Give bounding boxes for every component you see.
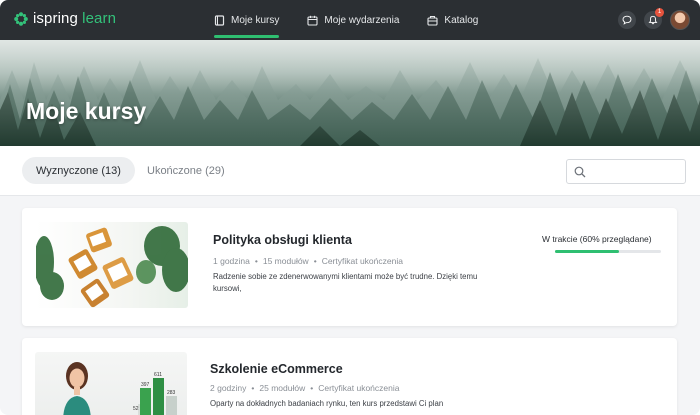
notifications-badge: 1 [655,8,664,17]
nav-item-label: Katalog [444,14,479,26]
chat-button[interactable] [618,11,636,29]
course-title[interactable]: Szkolenie eCommerce [210,362,343,376]
course-progress-fill [555,250,619,253]
chart-value-label: 611 [154,372,162,378]
course-certificate: Certyfikat ukończenia [321,256,403,266]
course-duration: 1 godzina [213,256,250,266]
course-card[interactable]: Polityka obsługi klienta 1 godzina • 15 mo… [22,208,677,326]
course-status: W trakcie (60% przeglądane) [542,234,652,244]
page-title: Moje kursy [26,98,147,124]
course-description: Radzenie sobie ze zdenerwowanymi klienta… [213,272,478,293]
course-certificate: Certyfikat ukończenia [318,383,400,393]
course-thumbnail-ecommerce-image: 52 397 611 283 [35,352,187,415]
bottles-illustration [36,226,188,308]
nav-item-label: Moje kursy [231,14,280,26]
avatar[interactable] [670,10,690,30]
search-box[interactable] [566,159,686,184]
calendar-icon [307,15,318,26]
main-nav: Moje kursy Moje wydarzenia Katalog [204,0,488,40]
chart-value-label: 397 [141,382,150,388]
course-modules: 25 modułów [259,383,306,393]
course-meta: 2 godziny • 25 modułów • Certyfikat ukończen… [210,383,400,393]
catalog-icon [427,15,438,26]
tab-wyznyczone[interactable]: Wyznyczone (13) [22,157,135,184]
notifications-button[interactable]: 1 [644,8,664,29]
book-icon [214,14,225,26]
top-actions: 1 [618,0,690,40]
chat-icon [622,15,632,25]
course-meta: 1 godzina • 15 modułów • Certyfikat ukończen… [213,256,403,266]
logo[interactable]: ispring learn [14,10,116,27]
course-progress-bar [555,250,661,253]
logo-text: ispring learn [33,10,117,27]
nav-item-moje-kursy[interactable]: Moje kursy [204,0,289,40]
search-icon [574,166,586,178]
ecommerce-illustration: 52 397 611 283 [63,362,177,415]
course-duration: 2 godziny [210,383,247,393]
tabs-bar: Wyznyczone (13) Ukończone (29) [0,146,700,196]
nav-item-label: Moje wydarzenia [324,14,400,26]
course-card[interactable]: 52 397 611 283 Szkolenie eCommerce 2 god… [22,338,677,415]
logo-flower-icon [14,11,28,26]
chart-value-label: 283 [167,390,176,396]
nav-item-moje-wydarzenia[interactable]: Moje wydarzenia [297,0,409,40]
nav-item-katalog[interactable]: Katalog [417,0,488,40]
hero-banner: Moje kursy [0,40,700,146]
forest-background-image [0,40,700,146]
tab-ukonczone[interactable]: Ukończone (29) [133,157,239,184]
course-thumbnail-bottles-image [36,222,188,308]
app-frame: ispring learn Moje kursy Moje wydarzenia… [0,0,700,415]
search-input[interactable] [591,164,681,180]
top-navigation-bar: ispring learn Moje kursy Moje wydarzenia… [0,0,700,40]
course-title[interactable]: Polityka obsługi klienta [213,233,352,247]
chart-value-label: 52 [133,406,139,412]
course-description: Oparty na dokładnych badaniach rynku, te… [210,399,444,408]
course-modules: 15 modułów [262,256,309,266]
